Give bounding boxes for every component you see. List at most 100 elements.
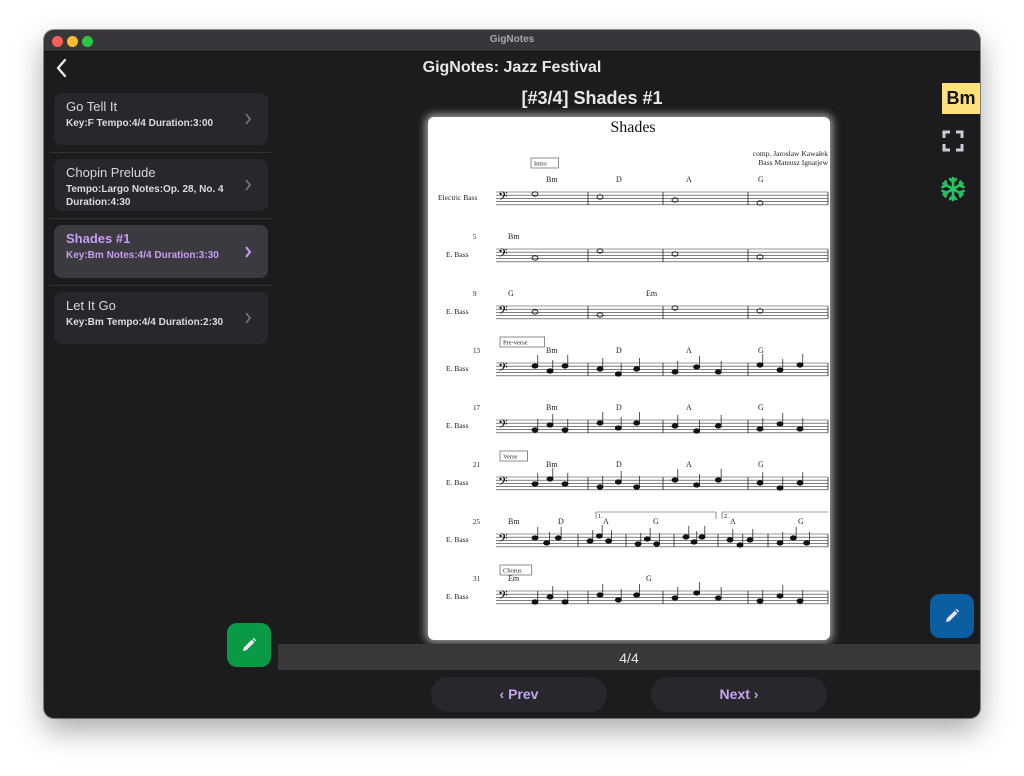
score-image: Shades comp. Jaroslaw Kawałek Bass Mateu… (438, 119, 829, 606)
setlist-sidebar: Go Tell It Key:F Tempo:4/4 Duration:3:00… (44, 85, 278, 718)
edit-sheet-button[interactable] (930, 594, 974, 638)
chevron-right-icon (245, 179, 252, 191)
chord-symbol: Bm (546, 346, 558, 355)
bass-clef: 𝄢 (498, 533, 508, 549)
song-item-chopin-prelude[interactable]: Chopin Prelude Tempo:Largo Notes:Op. 28,… (54, 159, 268, 211)
bass-clef: 𝄢 (498, 419, 508, 435)
song-meta: Key:Bm Notes:4/4 Duration:3:30 (66, 250, 219, 261)
title-bar: GigNotes (44, 30, 980, 52)
chord-symbol: A (686, 460, 692, 469)
note (596, 592, 604, 598)
chevron-right-icon (245, 312, 252, 324)
chord-symbol: G (653, 517, 659, 526)
sheet-music-page[interactable]: Shades comp. Jaroslaw Kawałek Bass Mateu… (428, 117, 830, 640)
note (796, 480, 804, 486)
score-system: E. Bass 𝄢 13 Pre-verse Bm D A G (446, 336, 829, 378)
measure-number: 21 (473, 461, 481, 469)
app-title: GigNotes: Jazz Festival (422, 59, 602, 76)
note (693, 428, 701, 434)
note (596, 366, 604, 372)
chevron-right-icon (245, 113, 252, 125)
instrument-label: E. Bass (446, 307, 469, 316)
chord-symbol: A (603, 517, 609, 526)
volta-bracket (721, 511, 828, 519)
chord-symbol: G (798, 517, 804, 526)
chord-symbol: G (758, 403, 764, 412)
note (746, 537, 754, 543)
note (633, 484, 641, 490)
note (653, 541, 661, 547)
note (789, 535, 797, 541)
note (736, 542, 744, 548)
note (595, 533, 603, 539)
score-composer: comp. Jaroslaw Kawałek (753, 149, 828, 158)
note (586, 538, 594, 544)
measure-number: 25 (473, 518, 481, 526)
song-heading: [#3/4] Shades #1 (521, 88, 663, 108)
note (561, 481, 569, 487)
app-window: GigNotes GigNotes: Jazz Festival Go Tell… (44, 30, 980, 718)
note (614, 479, 622, 485)
song-title: Go Tell It (66, 99, 118, 114)
song-item-shades-1[interactable]: Shades #1 Key:Bm Notes:4/4 Duration:3:30 (54, 225, 268, 278)
page-indicator: 4/4 (619, 650, 639, 666)
note (614, 371, 622, 377)
song-item-let-it-go[interactable]: Let It Go Key:Bm Tempo:4/4 Duration:2:30 (54, 292, 268, 344)
bass-clef: 𝄢 (498, 362, 508, 378)
note (803, 540, 811, 546)
snowflake-icon (941, 176, 965, 202)
note (776, 367, 784, 373)
note (554, 535, 562, 541)
chord-symbol: Em (508, 574, 520, 583)
score-system: E. Bass 𝄢 17 Bm D A G (446, 403, 829, 435)
bass-clef: 𝄢 (498, 191, 508, 207)
note (596, 248, 604, 254)
measure-number: 31 (473, 575, 481, 583)
score-system: E. Bass 𝄢 21 Verse Bm D A G (446, 450, 829, 492)
instrument-label: E. Bass (446, 592, 469, 601)
freeze-button[interactable] (939, 175, 967, 203)
divider (50, 152, 272, 153)
edit-setlist-button[interactable] (227, 623, 271, 667)
note (698, 534, 706, 540)
note (614, 425, 622, 431)
note (756, 362, 764, 368)
chord-symbol: Em (646, 289, 658, 298)
key-badge[interactable]: Bm (942, 83, 980, 114)
note (776, 421, 784, 427)
note (546, 476, 554, 482)
divider (50, 285, 272, 286)
note (776, 593, 784, 599)
chord-symbol: D (616, 403, 622, 412)
score-system: E. Bass 𝄢31ChorusEm G (446, 564, 829, 606)
next-button[interactable]: Next › (651, 677, 827, 712)
fullscreen-button[interactable] (941, 129, 965, 153)
note (756, 480, 764, 486)
note (776, 485, 784, 491)
score-arranger: Bass Mateusz Ignatjew (758, 158, 828, 167)
note (546, 422, 554, 428)
song-item-go-tell-it[interactable]: Go Tell It Key:F Tempo:4/4 Duration:3:00 (54, 93, 268, 145)
note (531, 191, 539, 197)
instrument-label: Electric Bass (438, 193, 477, 202)
prev-button[interactable]: ‹ Prev (431, 677, 607, 712)
score-title: Shades (610, 119, 655, 136)
note (633, 366, 641, 372)
note (682, 534, 690, 540)
song-title: Chopin Prelude (66, 165, 156, 180)
chord-symbol: G (758, 346, 764, 355)
rehearsal-label: Verse (503, 454, 518, 461)
instrument-label: E. Bass (446, 421, 469, 430)
instrument-label: E. Bass (446, 364, 469, 373)
note (671, 369, 679, 375)
note (531, 255, 539, 261)
note (796, 426, 804, 432)
chord-symbol: Bm (546, 175, 558, 184)
note (531, 599, 539, 605)
chord-symbol: A (686, 346, 692, 355)
chord-symbol: G (758, 175, 764, 184)
chord-symbol: G (758, 460, 764, 469)
note (726, 537, 734, 543)
chord-symbol: A (686, 175, 692, 184)
note (596, 420, 604, 426)
